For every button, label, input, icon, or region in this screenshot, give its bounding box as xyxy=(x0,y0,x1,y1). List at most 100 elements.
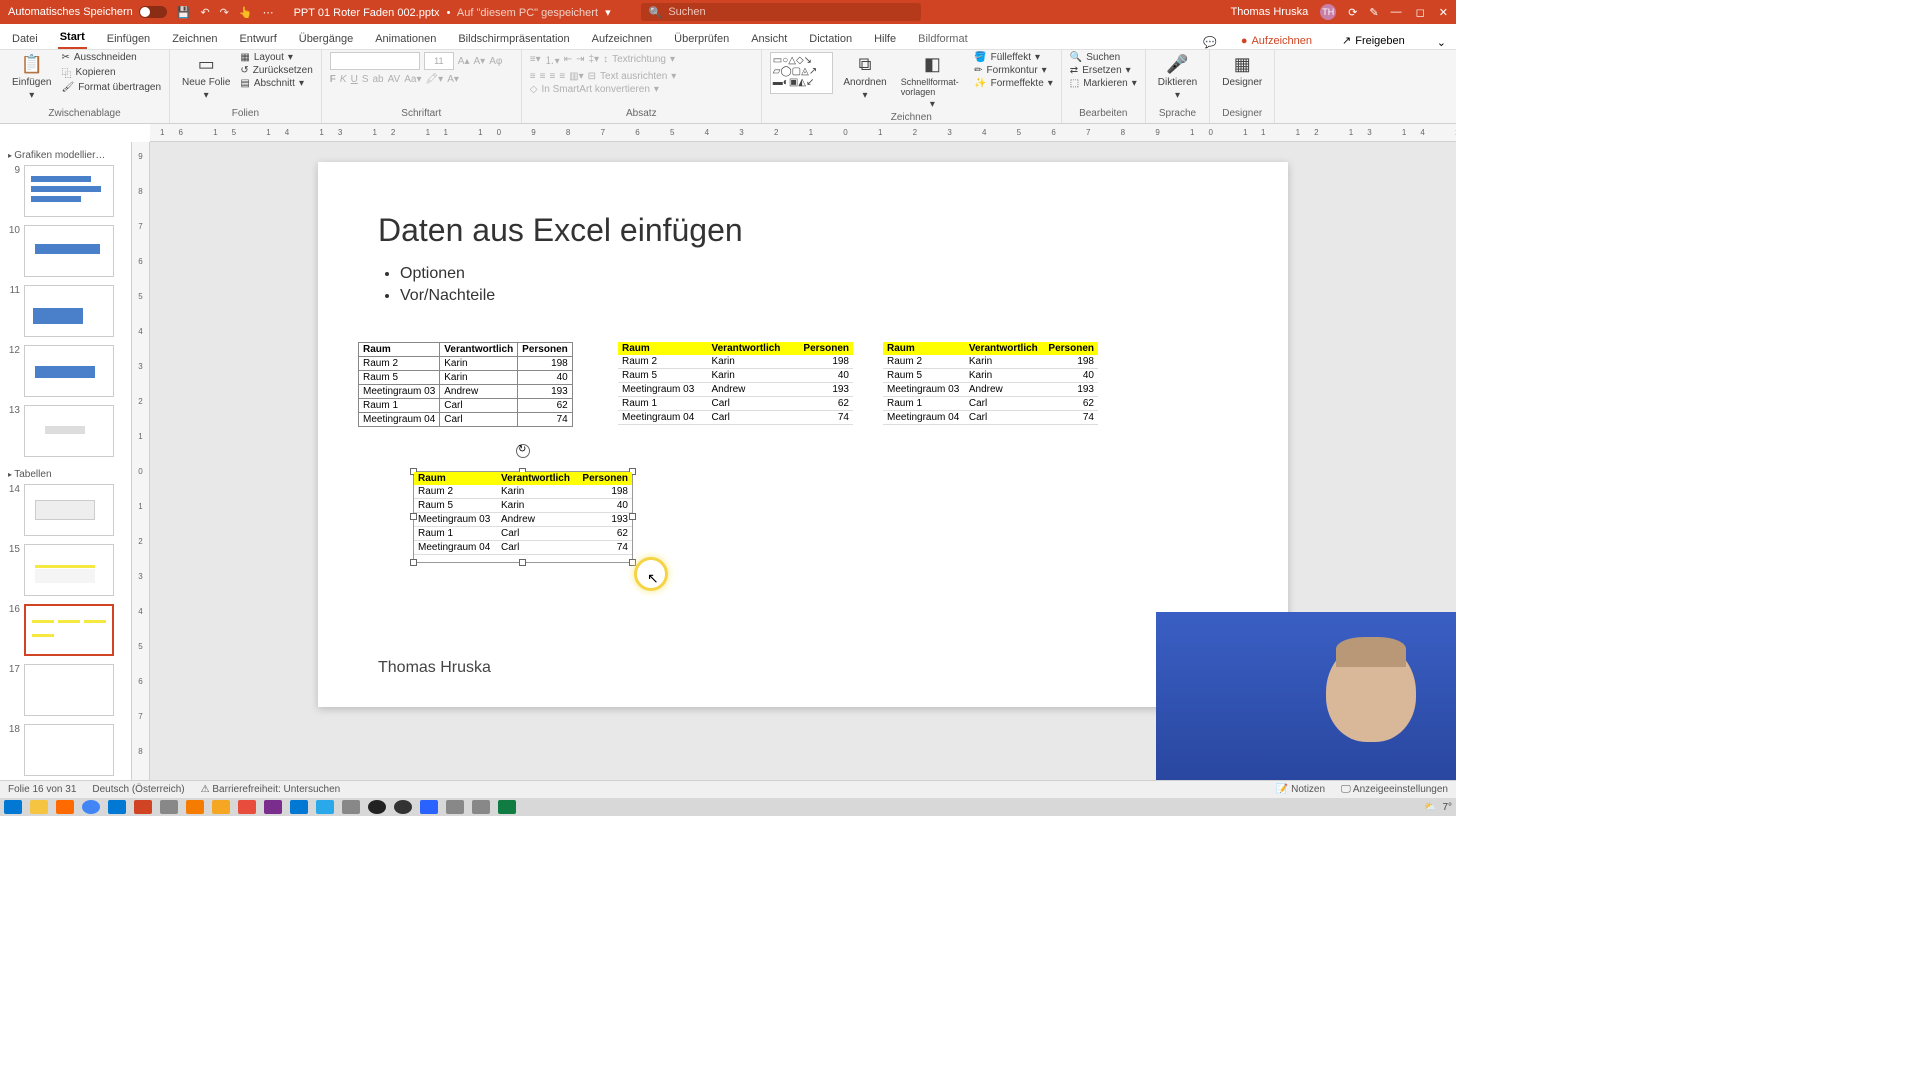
chrome-icon[interactable] xyxy=(82,800,100,814)
bullets-icon[interactable]: ≡▾ xyxy=(530,54,541,65)
font-color-button[interactable]: A▾ xyxy=(447,74,459,85)
tab-start[interactable]: Start xyxy=(58,27,87,49)
case-button[interactable]: Aa▾ xyxy=(404,74,421,85)
new-slide-button[interactable]: ▭Neue Folie▾ xyxy=(178,52,234,103)
table-yellow-selected[interactable]: RaumVerantwortlichPersonen Raum 2Karin19… xyxy=(414,472,632,555)
tab-hilfe[interactable]: Hilfe xyxy=(872,29,898,49)
record-button[interactable]: ●Aufzeichnen xyxy=(1235,33,1318,49)
app-icon[interactable] xyxy=(212,800,230,814)
clear-format-icon[interactable]: Aφ xyxy=(489,56,502,67)
tab-aufzeichnen[interactable]: Aufzeichnen xyxy=(590,29,655,49)
tab-animationen[interactable]: Animationen xyxy=(373,29,438,49)
comments-icon[interactable]: 💬 xyxy=(1203,36,1217,49)
app-icon[interactable] xyxy=(160,800,178,814)
font-size-select[interactable]: 11 xyxy=(424,52,454,70)
user-name[interactable]: Thomas Hruska xyxy=(1231,6,1309,18)
slide-bullets[interactable]: Optionen Vor/Nachteile xyxy=(400,265,1228,305)
tab-einfuegen[interactable]: Einfügen xyxy=(105,29,152,49)
thumb-11[interactable] xyxy=(24,285,114,337)
thumb-9[interactable] xyxy=(24,165,114,217)
weather-icon[interactable]: ⛅ xyxy=(1424,802,1436,813)
tab-entwurf[interactable]: Entwurf xyxy=(237,29,278,49)
display-settings-button[interactable]: 🖵 Anzeigeeinstellungen xyxy=(1341,784,1448,795)
section-header[interactable]: Grafiken modellier… xyxy=(6,146,125,165)
user-avatar[interactable]: TH xyxy=(1320,4,1336,20)
thumb-14[interactable] xyxy=(24,484,114,536)
strike-button[interactable]: S xyxy=(362,74,369,85)
minimize-icon[interactable]: — xyxy=(1391,6,1402,19)
powerpoint-icon[interactable] xyxy=(134,800,152,814)
align-center-icon[interactable]: ≡ xyxy=(540,71,546,82)
accessibility-check[interactable]: ⚠ Barrierefreiheit: Untersuchen xyxy=(201,784,341,795)
shape-fill-button[interactable]: 🪣Fülleffekt▾ xyxy=(974,52,1053,63)
pen-icon[interactable]: ✎ xyxy=(1369,6,1378,19)
find-button[interactable]: 🔍Suchen xyxy=(1070,52,1137,63)
maximize-icon[interactable]: ◻ xyxy=(1416,6,1425,19)
share-button[interactable]: ↗Freigeben xyxy=(1336,32,1411,49)
cut-button[interactable]: ✂Ausschneiden xyxy=(61,52,161,63)
numbering-icon[interactable]: ⒈▾ xyxy=(545,52,560,67)
collapse-ribbon-icon[interactable]: ⌄ xyxy=(1437,36,1446,49)
save-icon[interactable]: 💾 xyxy=(177,6,191,19)
shadow-button[interactable]: ab xyxy=(372,74,383,85)
shape-effects-button[interactable]: ✨Formeffekte▾ xyxy=(974,78,1053,89)
table-yellow-3[interactable]: RaumVerantwortlichPersonen Raum 2Karin19… xyxy=(883,342,1098,425)
resize-handle[interactable] xyxy=(629,559,636,566)
thumb-13[interactable] xyxy=(24,405,114,457)
edge-icon[interactable] xyxy=(108,800,126,814)
app-icon[interactable] xyxy=(446,800,464,814)
obs-icon[interactable] xyxy=(368,800,386,814)
autosave-toggle[interactable]: Automatisches Speichern xyxy=(8,6,167,18)
notes-button[interactable]: 📝 Notizen xyxy=(1276,784,1325,795)
vlc-icon[interactable] xyxy=(186,800,204,814)
resize-handle[interactable] xyxy=(410,559,417,566)
table-yellow-2[interactable]: RaumVerantwortlichPersonen Raum 2Karin19… xyxy=(618,342,853,425)
start-button[interactable] xyxy=(4,800,22,814)
telegram-icon[interactable] xyxy=(316,800,334,814)
spacing-button[interactable]: AV xyxy=(388,74,401,85)
replace-button[interactable]: ⇄Ersetzen▾ xyxy=(1070,65,1137,76)
slide-canvas[interactable]: Daten aus Excel einfügen Optionen Vor/Na… xyxy=(318,162,1288,707)
slide-thumbnails[interactable]: Grafiken modellier… 9 10 11 12 13 Tabell… xyxy=(0,142,132,782)
close-icon[interactable]: ✕ xyxy=(1439,6,1448,19)
explorer-icon[interactable] xyxy=(30,800,48,814)
search-box[interactable]: 🔍 Suchen xyxy=(641,3,921,21)
tab-ueberpruefen[interactable]: Überprüfen xyxy=(672,29,731,49)
rotate-handle[interactable] xyxy=(516,444,530,458)
bold-button[interactable]: F xyxy=(330,74,336,85)
system-tray[interactable]: ⛅ 7° xyxy=(1424,802,1452,813)
zoom-icon[interactable] xyxy=(420,800,438,814)
highlight-button[interactable]: 🖍▾ xyxy=(425,74,443,85)
indent-dec-icon[interactable]: ⇤ xyxy=(564,54,572,65)
app-icon[interactable] xyxy=(472,800,490,814)
thumb-15[interactable] xyxy=(24,544,114,596)
tab-dictation[interactable]: Dictation xyxy=(807,29,854,49)
undo-icon[interactable]: ↶ xyxy=(200,6,209,19)
excel-icon[interactable] xyxy=(498,800,516,814)
tab-bildformat[interactable]: Bildformat xyxy=(916,29,970,49)
sync-icon[interactable]: ⟳ xyxy=(1348,6,1357,19)
slide-title[interactable]: Daten aus Excel einfügen xyxy=(378,212,1228,249)
columns-icon[interactable]: ▥▾ xyxy=(569,71,583,82)
arrange-button[interactable]: ⧉Anordnen▾ xyxy=(839,52,890,103)
underline-button[interactable]: U xyxy=(351,74,358,85)
decrease-font-icon[interactable]: A▾ xyxy=(474,56,486,67)
layout-button[interactable]: ▦Layout▾ xyxy=(240,52,312,63)
shapes-gallery[interactable]: ▭○△◇↘▱◯▢◬↗▬◐▣◭↙ xyxy=(770,52,834,94)
resize-handle[interactable] xyxy=(519,559,526,566)
tab-ansicht[interactable]: Ansicht xyxy=(749,29,789,49)
language-indicator[interactable]: Deutsch (Österreich) xyxy=(92,784,184,795)
onenote-icon[interactable] xyxy=(264,800,282,814)
toggle-off-icon[interactable] xyxy=(139,6,167,18)
quickstyles-button[interactable]: ◧Schnellformat-vorlagen▾ xyxy=(897,52,968,112)
designer-button[interactable]: ▦Designer xyxy=(1218,52,1266,90)
firefox-icon[interactable] xyxy=(56,800,74,814)
increase-font-icon[interactable]: A▴ xyxy=(458,56,470,67)
indent-inc-icon[interactable]: ⇥ xyxy=(576,54,584,65)
thumb-17[interactable] xyxy=(24,664,114,716)
touch-mode-icon[interactable]: 👆 xyxy=(239,6,253,19)
app-icon[interactable] xyxy=(238,800,256,814)
table-bordered[interactable]: RaumVerantwortlichPersonen Raum 2Karin19… xyxy=(358,342,573,427)
lineheight-icon[interactable]: ‡▾ xyxy=(588,54,599,65)
align-left-icon[interactable]: ≡ xyxy=(530,71,536,82)
